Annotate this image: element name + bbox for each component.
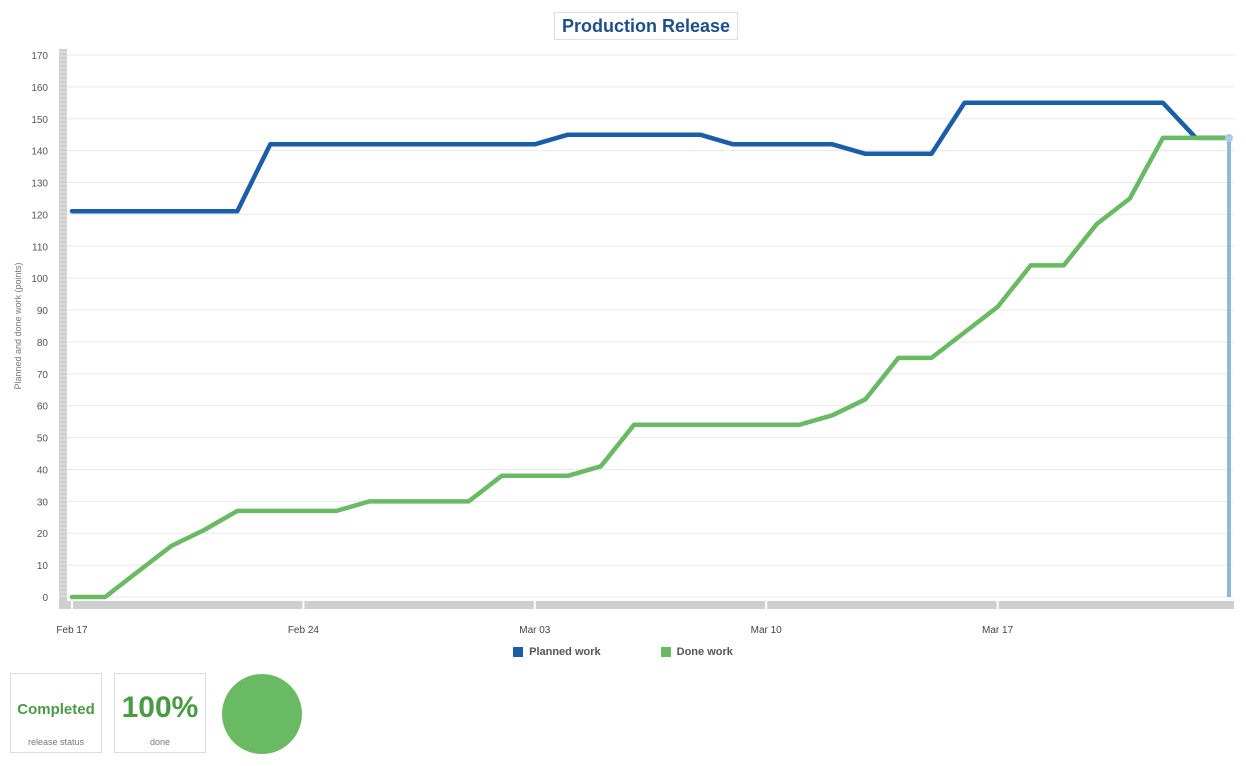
legend-label-done: Done work [676,646,733,658]
y-tick-label: 120 [31,210,48,221]
x-tick-label: Mar 10 [751,625,783,636]
release-status-card: Completed release status [10,673,102,753]
y-tick-label: 80 [37,338,49,349]
x-tick-label: Feb 24 [288,625,320,636]
legend-item-done-work[interactable]: Done work [621,646,733,658]
burnup-chart: 0 10 20 30 40 50 60 70 80 90 100 110 120 130 140 150 160… [13,49,1234,636]
x-axis-scroll-strip [59,601,1234,609]
x-tick-label: Mar 17 [982,625,1014,636]
y-tick-label: 0 [42,593,48,604]
percent-done-card: 100% done [114,673,206,753]
y-tick-label: 10 [37,561,49,572]
x-tick-label: Mar 03 [519,625,551,636]
legend-item-planned-work[interactable]: Planned work [513,646,601,658]
y-tick-label: 30 [37,497,49,508]
y-tick-label: 50 [37,434,49,445]
legend-swatch-done [660,647,671,657]
chart-legend: Planned work Done work [0,646,1246,658]
y-tick-label: 150 [31,115,48,126]
y-tick-label: 170 [31,51,48,62]
x-tick-label: Feb 17 [56,625,88,636]
y-axis-label: Planned and done work (points) [13,262,23,389]
legend-swatch-planned [513,647,524,657]
y-tick-label: 70 [37,370,49,381]
y-tick-label: 140 [31,147,48,158]
today-marker-dot [1225,133,1233,142]
release-status-value: Completed [17,701,95,718]
y-tick-label: 40 [37,465,49,476]
y-tick-label: 130 [31,179,48,190]
y-tick-label: 90 [37,306,49,317]
legend-label-planned: Planned work [529,646,601,658]
y-tick-label: 60 [37,402,49,413]
y-tick-label: 110 [32,242,48,253]
y-tick-label: 160 [31,83,48,94]
status-indicator-circle [222,674,302,754]
y-tick-label: 20 [37,529,49,540]
percent-done-label: done [149,737,171,747]
percent-done-value: 100% [121,691,199,724]
release-status-label: release status [27,737,85,747]
y-tick-label: 100 [31,274,48,285]
series-line-done-work [69,135,1232,600]
